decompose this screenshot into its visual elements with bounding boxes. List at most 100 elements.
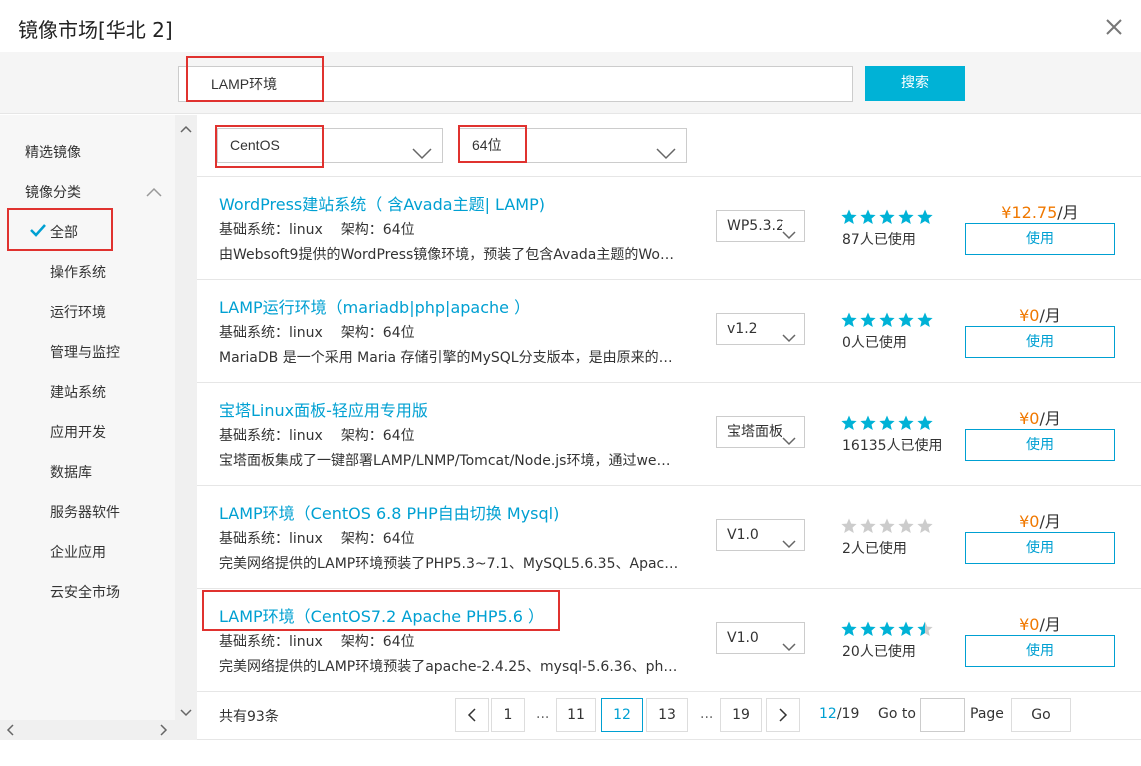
usage-count: 2人已使用 (842, 541, 907, 557)
base-system: 基础系统：linux (219, 222, 323, 238)
version-select[interactable]: WP5.3.2 (716, 210, 805, 242)
chevron-up-icon[interactable] (146, 185, 162, 201)
product-row: WordPress建站系统（ 含Avada主题| LAMP) 基础系统：linux… (197, 177, 1141, 280)
close-icon[interactable] (1103, 16, 1125, 38)
next-page-button[interactable] (766, 698, 800, 732)
sidebar-featured[interactable]: 精选镜像 (25, 142, 81, 162)
search-bar: LAMP环境 搜索 (0, 52, 1141, 114)
page-button[interactable]: 1 (491, 698, 525, 732)
star-icon (879, 209, 895, 224)
scroll-up-icon[interactable] (180, 121, 192, 133)
scroll-right-icon[interactable] (160, 724, 172, 736)
price-unit: /月 (1039, 512, 1061, 531)
star-icon (917, 415, 933, 430)
version-select[interactable]: 宝塔面板 (716, 416, 805, 448)
version-select[interactable]: v1.2 (716, 313, 805, 345)
star-icon (841, 518, 857, 533)
chevron-down-icon (412, 139, 432, 160)
architecture: 架构：64位 (340, 531, 415, 547)
filter-bar: CentOS 64位 (197, 115, 1141, 177)
os-filter-select[interactable]: CentOS (217, 128, 443, 163)
chevron-down-icon (782, 221, 796, 240)
architecture: 架构：64位 (340, 222, 415, 238)
main-panel: CentOS 64位 WordPress建站系统（ 含Avada主题| LAMP… (197, 115, 1141, 740)
sidebar-category-header[interactable]: 镜像分类 (25, 182, 81, 202)
scroll-down-icon[interactable] (180, 705, 192, 717)
page-label: Page (970, 706, 1004, 722)
version-value: WP5.3.2 (727, 218, 785, 234)
use-button[interactable]: 使用 (965, 326, 1115, 358)
product-description: MariaDB 是一个采用 Maria 存储引擎的MySQL分支版本，是由原来的… (219, 350, 679, 366)
product-meta: 基础系统：linux 架构：64位 (219, 425, 433, 445)
sidebar-item[interactable]: 管理与监控 (50, 342, 120, 362)
sidebar-item[interactable]: 企业应用 (50, 542, 106, 562)
search-button[interactable]: 搜索 (865, 66, 965, 101)
chevron-down-icon (782, 427, 796, 446)
use-button[interactable]: 使用 (965, 635, 1115, 667)
sidebar-item-all[interactable]: 全部 (50, 222, 78, 242)
star-icon (917, 518, 933, 533)
star-icon (841, 209, 857, 224)
scroll-left-icon[interactable] (6, 724, 18, 736)
product-meta: 基础系统：linux 架构：64位 (219, 322, 433, 342)
version-value: V1.0 (727, 630, 759, 646)
goto-page-input[interactable] (920, 698, 965, 732)
sidebar-item[interactable]: 服务器软件 (50, 502, 120, 522)
version-select[interactable]: V1.0 (716, 622, 805, 654)
product-description: 宝塔面板集成了一键部署LAMP/LNMP/Tomcat/Node.js环境，通过… (219, 453, 679, 469)
sidebar-item[interactable]: 建站系统 (50, 382, 106, 402)
star-icon (917, 621, 933, 636)
page-button[interactable]: 12 (601, 698, 643, 732)
go-button[interactable]: Go (1011, 698, 1071, 732)
price-amount: ¥0 (1019, 409, 1040, 428)
use-button[interactable]: 使用 (965, 223, 1115, 255)
product-meta: 基础系统：linux 架构：64位 (219, 219, 433, 239)
star-icon (898, 518, 914, 533)
page-info: 12/19 (819, 706, 859, 722)
sidebar-item[interactable]: 运行环境 (50, 302, 106, 322)
product-title[interactable]: LAMP环境（CentOS7.2 Apache PHP5.6 ） (219, 603, 544, 627)
use-button[interactable]: 使用 (965, 429, 1115, 461)
sidebar: 精选镜像 镜像分类 全部 操作系统运行环境管理与监控建站系统应用开发数据库服务器… (0, 115, 175, 740)
product-title[interactable]: LAMP环境（CentOS 6.8 PHP自由切换 Mysql) (219, 500, 559, 524)
page-button[interactable]: 19 (720, 698, 762, 732)
base-system: 基础系统：linux (219, 325, 323, 341)
chevron-down-icon (782, 324, 796, 343)
pagination: 共有93条 1... 11 12 13... 19 12/19 Go to Page G… (197, 688, 1141, 740)
usage-count: 16135人已使用 (842, 438, 943, 454)
product-description: 完美网络提供的LAMP环境预装了PHP5.3~7.1、MySQL5.6.35、A… (219, 556, 679, 572)
star-icon (860, 415, 876, 430)
sidebar-item[interactable]: 应用开发 (50, 422, 106, 442)
product-description: 由Websoft9提供的WordPress镜像环境，预装了包含Avada主题的W… (219, 247, 679, 263)
usage-count: 87人已使用 (842, 232, 916, 248)
sidebar-item[interactable]: 云安全市场 (50, 582, 120, 602)
star-icon (860, 621, 876, 636)
sidebar-hscrollbar[interactable] (0, 720, 197, 740)
prev-page-button[interactable] (455, 698, 489, 732)
star-icon (917, 209, 933, 224)
price-amount: ¥0 (1019, 306, 1040, 325)
product-title[interactable]: 宝塔Linux面板-轻应用专用版 (219, 397, 428, 421)
price-amount: ¥0 (1019, 512, 1040, 531)
product-meta: 基础系统：linux 架构：64位 (219, 631, 433, 651)
arch-filter-select[interactable]: 64位 (459, 128, 687, 163)
product-title[interactable]: LAMP运行环境（mariadb|php|apache ） (219, 294, 530, 318)
product-meta: 基础系统：linux 架构：64位 (219, 528, 433, 548)
price-unit: /月 (1039, 615, 1061, 634)
arch-filter-value: 64位 (472, 137, 502, 153)
chevron-down-icon (782, 633, 796, 652)
sidebar-item[interactable]: 数据库 (50, 462, 92, 482)
product-title[interactable]: WordPress建站系统（ 含Avada主题| LAMP) (219, 191, 545, 215)
use-button[interactable]: 使用 (965, 532, 1115, 564)
star-icon (898, 621, 914, 636)
page-button[interactable]: 11 (556, 698, 596, 732)
price: ¥0/月 (965, 611, 1115, 635)
page-button[interactable]: 13 (646, 698, 688, 732)
sidebar-item[interactable]: 操作系统 (50, 262, 106, 282)
product-row: 宝塔Linux面板-轻应用专用版基础系统：linux 架构：64位宝塔面板集成了一… (197, 383, 1141, 486)
version-value: V1.0 (727, 527, 759, 543)
product-row: LAMP运行环境（mariadb|php|apache ） 基础系统：linux 架… (197, 280, 1141, 383)
version-select[interactable]: V1.0 (716, 519, 805, 551)
sidebar-scrollbar[interactable] (175, 115, 197, 720)
search-input[interactable]: LAMP环境 (178, 66, 853, 102)
